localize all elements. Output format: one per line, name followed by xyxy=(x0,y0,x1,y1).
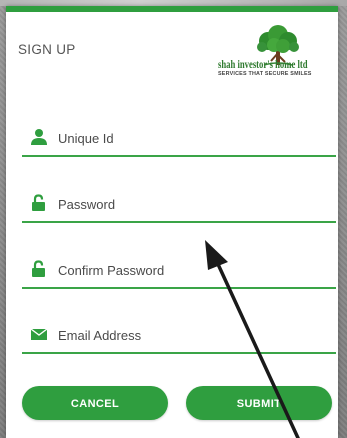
email-field xyxy=(22,322,336,354)
password-input[interactable] xyxy=(58,193,328,215)
user-icon xyxy=(30,128,48,146)
email-input[interactable] xyxy=(58,324,328,346)
modal-title: SIGN UP xyxy=(18,42,76,57)
unique-id-input[interactable] xyxy=(58,127,328,149)
logo-name: shah investor's home ltd xyxy=(218,57,308,71)
unique-id-field xyxy=(22,125,336,157)
password-field xyxy=(22,191,336,223)
submit-button[interactable]: SUBMIT xyxy=(186,386,332,420)
cancel-button[interactable]: CANCEL xyxy=(22,386,168,420)
lock-icon xyxy=(30,194,48,212)
confirm-password-field xyxy=(22,257,336,289)
modal-header: SIGN UP shah investor's home ltd SERVICE xyxy=(6,12,338,92)
envelope-icon xyxy=(30,325,48,343)
signup-modal: SIGN UP shah investor's home ltd SERVICE xyxy=(6,6,338,438)
confirm-password-input[interactable] xyxy=(58,259,328,281)
company-logo: shah investor's home ltd SERVICES THAT S… xyxy=(218,25,334,83)
logo-tagline: SERVICES THAT SECURE SMILES xyxy=(218,71,312,77)
lock-icon xyxy=(30,260,48,278)
